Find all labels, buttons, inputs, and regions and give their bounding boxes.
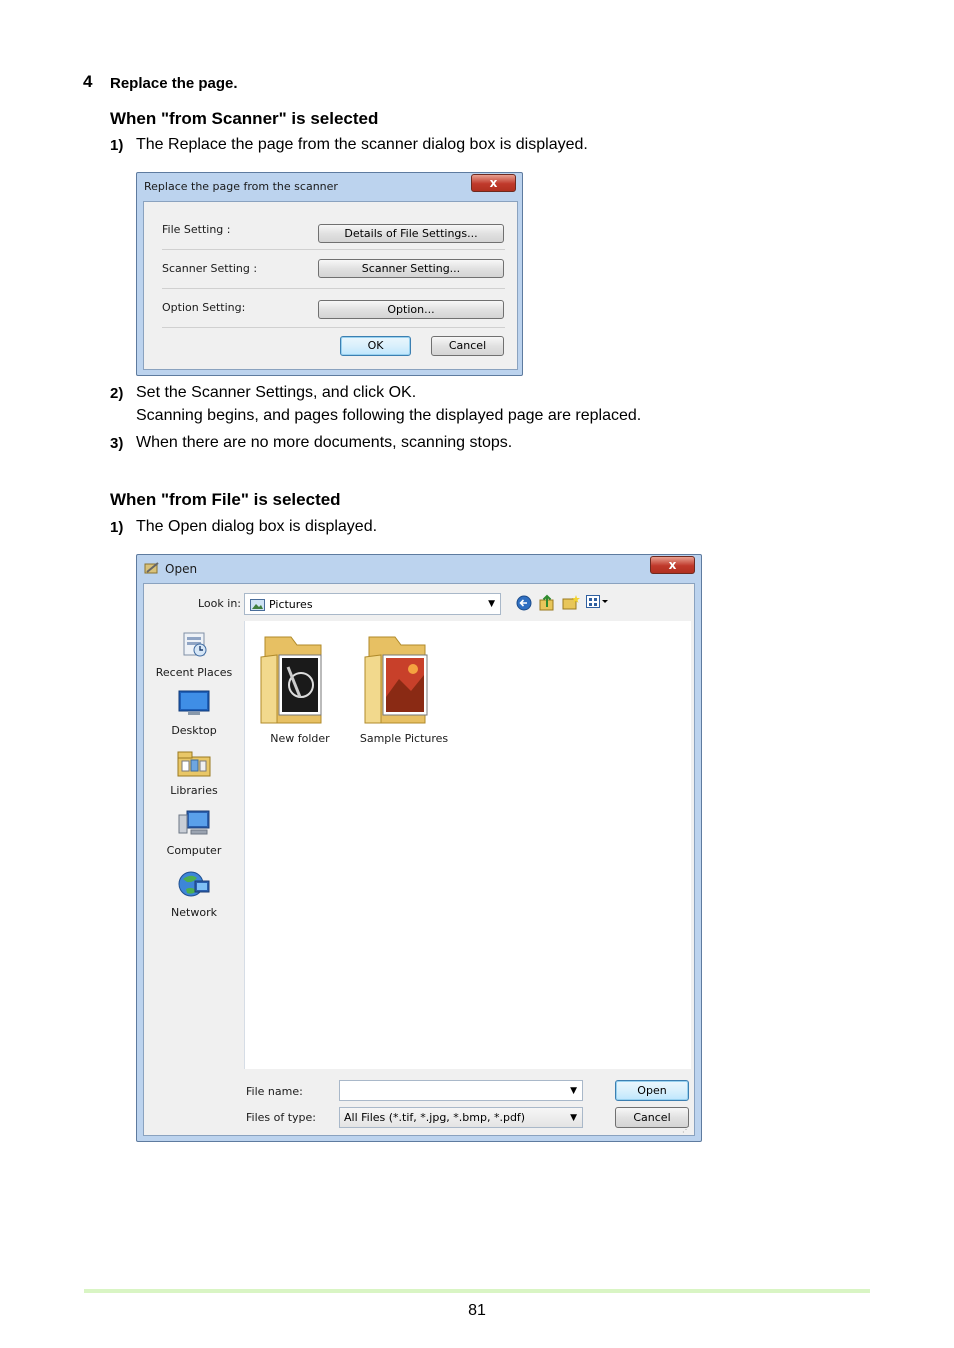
place-libraries[interactable]: Libraries <box>144 749 244 797</box>
file-name-input[interactable]: ▼ <box>339 1080 583 1101</box>
dialog-title: Open <box>165 562 198 576</box>
item-number: 1) <box>110 519 124 536</box>
section-heading-file: When "from File" is selected <box>110 490 341 509</box>
item-text: The Replace the page from the scanner di… <box>136 136 588 153</box>
look-in-combo[interactable]: Pictures ▼ <box>244 593 501 615</box>
close-button[interactable]: x <box>471 174 516 192</box>
dialog-body: File Setting : Details of File Settings.… <box>143 201 518 370</box>
option-button[interactable]: Option... <box>318 300 504 319</box>
dialog-title: Replace the page from the scanner <box>144 180 338 193</box>
place-network[interactable]: Network <box>144 869 244 919</box>
folder-icon <box>359 627 445 732</box>
open-dialog: Open x Look in: Pictures ▼ Recent Places… <box>136 554 702 1142</box>
open-button[interactable]: Open <box>615 1080 689 1101</box>
back-icon[interactable] <box>516 595 532 616</box>
file-label: Sample Pictures <box>359 732 449 745</box>
folder-icon <box>255 627 341 732</box>
divider <box>162 249 505 250</box>
file-name-label: File name: <box>246 1085 303 1098</box>
open-dialog-icon <box>144 561 160 580</box>
computer-icon <box>177 810 211 841</box>
look-in-label: Look in: <box>198 597 241 610</box>
new-folder-icon[interactable] <box>562 594 580 615</box>
item-number: 3) <box>110 435 124 452</box>
ok-button[interactable]: OK <box>340 336 411 356</box>
dialog-body: Look in: Pictures ▼ Recent Places Deskto… <box>143 583 695 1136</box>
chevron-down-icon: ▼ <box>488 599 495 609</box>
file-item-new-folder[interactable]: New folder <box>251 627 349 747</box>
place-label: Desktop <box>171 724 217 737</box>
place-label: Libraries <box>170 784 218 797</box>
resize-grip-icon[interactable]: ⋰ <box>682 1125 690 1134</box>
item-text: When there are no more documents, scanni… <box>136 434 513 451</box>
section-heading-scanner: When "from Scanner" is selected <box>110 109 379 128</box>
place-label: Computer <box>166 844 222 857</box>
file-type-value: All Files (*.tif, *.jpg, *.bmp, *.pdf) <box>344 1111 526 1124</box>
recent-places-icon <box>178 632 210 663</box>
place-label: Recent Places <box>155 666 233 679</box>
chevron-down-icon: ▼ <box>570 1112 577 1123</box>
file-type-label: Files of type: <box>246 1111 317 1124</box>
option-setting-label: Option Setting: <box>162 301 246 314</box>
look-in-value: Pictures <box>269 598 313 611</box>
replace-page-dialog: Replace the page from the scanner x File… <box>136 172 523 376</box>
divider <box>162 327 505 328</box>
file-setting-label: File Setting : <box>162 223 231 236</box>
close-button[interactable]: x <box>650 556 695 574</box>
place-label: Network <box>171 906 217 919</box>
libraries-icon <box>177 751 211 781</box>
item-number: 2) <box>110 385 124 402</box>
chevron-down-icon: ▼ <box>570 1085 577 1096</box>
details-file-settings-button[interactable]: Details of File Settings... <box>318 224 504 243</box>
item-number: 1) <box>110 137 124 154</box>
desktop-icon <box>178 690 210 721</box>
places-bar: Recent Places Desktop Libraries Computer… <box>144 621 242 1131</box>
item-text-continued: Scanning begins, and pages following the… <box>136 407 642 424</box>
pictures-icon <box>250 599 265 614</box>
step-number: 4 <box>83 72 93 91</box>
cancel-button[interactable]: Cancel <box>615 1107 689 1128</box>
file-type-select[interactable]: All Files (*.tif, *.jpg, *.bmp, *.pdf) ▼ <box>339 1107 583 1128</box>
file-label: New folder <box>270 732 330 745</box>
place-desktop[interactable]: Desktop <box>144 689 244 737</box>
place-computer[interactable]: Computer <box>144 809 244 857</box>
place-recent-places[interactable]: Recent Places <box>144 629 244 679</box>
view-menu-icon[interactable] <box>586 595 610 614</box>
file-item-sample-pictures[interactable]: Sample Pictures <box>355 627 453 747</box>
file-list-view: New folder Sample Pictures <box>244 621 691 1069</box>
divider <box>162 288 505 289</box>
footer-divider <box>84 1289 870 1293</box>
cancel-button[interactable]: Cancel <box>431 336 504 356</box>
item-text: Set the Scanner Settings, and click OK. <box>136 384 417 401</box>
scanner-setting-label: Scanner Setting : <box>162 262 258 275</box>
scanner-setting-button[interactable]: Scanner Setting... <box>318 259 504 278</box>
page-number: 81 <box>468 1302 486 1319</box>
up-folder-icon[interactable] <box>539 593 555 616</box>
network-icon <box>177 871 211 903</box>
item-text: The Open dialog box is displayed. <box>136 518 378 535</box>
step-title: Replace the page. <box>110 75 238 92</box>
